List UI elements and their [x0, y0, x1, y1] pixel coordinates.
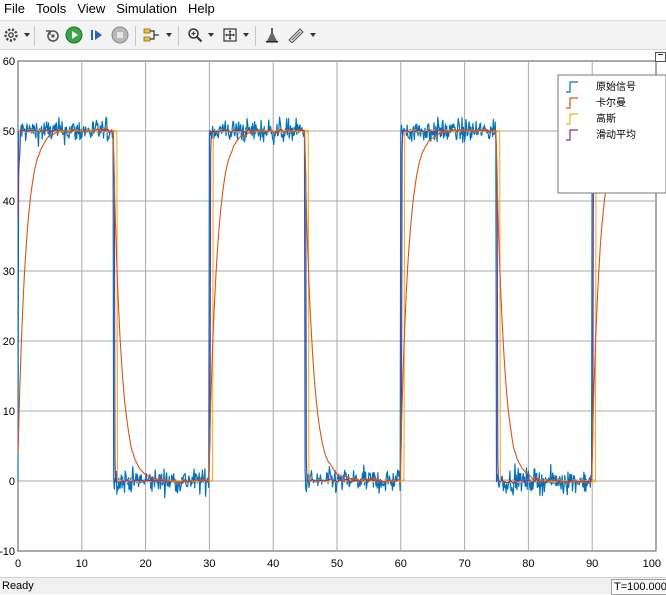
x-tick-label: 20 — [139, 558, 151, 570]
toolbar — [0, 20, 666, 50]
toolbar-separator — [135, 26, 136, 46]
status-text: Ready — [2, 580, 34, 592]
x-tick-label: 80 — [522, 558, 534, 570]
y-tick-label: 50 — [3, 126, 15, 138]
menu-tools[interactable]: Tools — [31, 0, 72, 18]
y-tick-label: 30 — [3, 266, 15, 278]
y-tick-label: 60 — [3, 56, 15, 68]
y-tick-labels: -10 0 10 20 30 40 50 60 — [0, 56, 15, 558]
settings-dropdown-arrow[interactable] — [24, 33, 30, 37]
y-tick-label: 20 — [3, 336, 15, 348]
scope-display[interactable]: 0 10 20 30 40 50 60 70 80 90 100 -10 0 10 20 30 40 50 60 … — [0, 51, 666, 577]
x-tick-label: 90 — [586, 558, 598, 570]
zoom-icon[interactable] — [185, 25, 205, 45]
x-tick-label: 30 — [203, 558, 215, 570]
y-tick-label: 40 — [3, 196, 15, 208]
toolbar-separator — [34, 26, 35, 46]
x-tick-label: 0 — [15, 558, 21, 570]
undock-icon[interactable] — [655, 52, 666, 62]
legend[interactable]: 原始信号卡尔曼高斯滑动平均 — [557, 74, 666, 194]
scope-plot[interactable]: 0 10 20 30 40 50 60 70 80 90 100 -100102030405060 … — [0, 51, 666, 577]
simulation-time: T=100.000 — [611, 579, 666, 595]
menu-view[interactable]: View — [72, 0, 111, 18]
legend-entry: 卡尔曼 — [596, 96, 626, 109]
x-tick-label: 50 — [331, 558, 343, 570]
zoom-dropdown-arrow[interactable] — [208, 33, 214, 37]
toolbar-separator — [255, 26, 256, 46]
y-tick-label: -10 — [0, 546, 15, 558]
legend-entry: 滑动平均 — [596, 129, 636, 141]
style-icon[interactable] — [286, 25, 306, 45]
signal-selector-icon[interactable] — [142, 25, 162, 45]
x-tick-label: 70 — [458, 558, 470, 570]
x-tick-label: 10 — [76, 558, 88, 570]
menu-help[interactable]: Help — [183, 0, 221, 18]
y-tick-label: 0 — [9, 476, 15, 488]
menu-simulation[interactable]: Simulation — [111, 0, 183, 18]
y-tick-label: 10 — [3, 406, 15, 418]
x-tick-label: 100 — [643, 558, 661, 570]
run-icon[interactable] — [64, 25, 84, 45]
fit-dropdown-arrow[interactable] — [243, 33, 249, 37]
signal-dropdown-arrow[interactable] — [166, 33, 172, 37]
x-tick-labels: 0 10 20 30 40 50 60 70 80 90 100 — [15, 558, 661, 570]
settings-icon[interactable] — [1, 25, 21, 45]
legend-entry: 原始信号 — [596, 80, 636, 93]
step-forward-icon[interactable] — [87, 25, 107, 45]
toolbar-separator — [178, 26, 179, 46]
x-tick-label: 60 — [395, 558, 407, 570]
x-tick-label: 40 — [267, 558, 279, 570]
restore-icon[interactable] — [42, 25, 62, 45]
style-dropdown-arrow[interactable] — [310, 33, 316, 37]
menu-bar: File Tools View Simulation Help — [0, 0, 666, 18]
status-bar: Ready T=100.000 — [0, 577, 666, 595]
highlight-icon[interactable] — [262, 25, 282, 45]
fit-to-view-icon[interactable] — [220, 25, 240, 45]
menu-file[interactable]: File — [0, 0, 31, 18]
legend-entry: 高斯 — [596, 112, 616, 125]
stop-icon[interactable] — [110, 25, 130, 45]
